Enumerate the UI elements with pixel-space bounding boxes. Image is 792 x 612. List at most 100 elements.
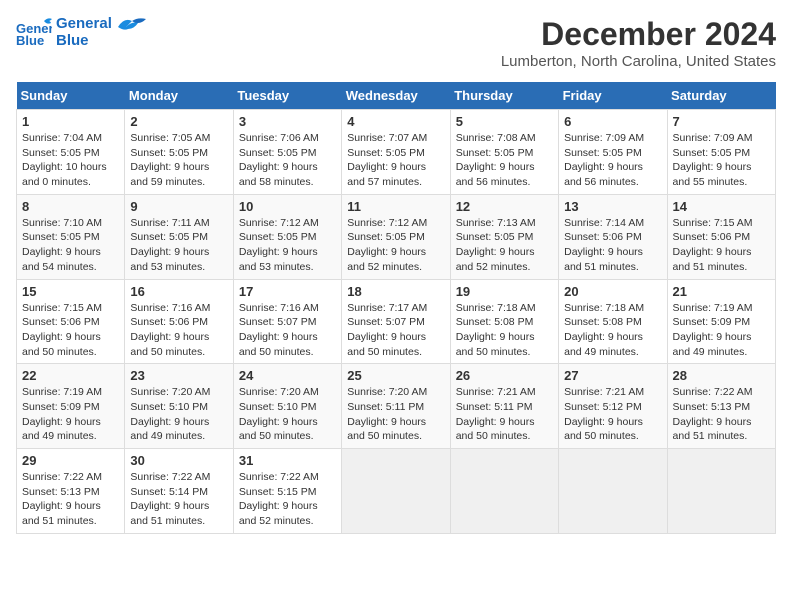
calendar-cell: 13Sunrise: 7:14 AMSunset: 5:06 PMDayligh… (559, 194, 667, 279)
location: Lumberton, North Carolina, United States (501, 53, 776, 70)
calendar-cell: 19 Sunrise: 7:18 AMSunset: 5:08 PMDayligh… (450, 279, 558, 364)
calendar-cell: 30 Sunrise: 7:22 AMSunset: 5:14 PMDayligh… (125, 449, 233, 534)
calendar-cell: 27Sunrise: 7:21 AMSunset: 5:12 PMDayligh… (559, 364, 667, 449)
calendar-cell: 28 Sunrise: 7:22 AMSunset: 5:13 PMDayligh… (667, 364, 775, 449)
col-friday: Friday (559, 82, 667, 110)
header-row: Sunday Monday Tuesday Wednesday Thursday… (17, 82, 776, 110)
calendar-cell: 6 Sunrise: 7:09 AMSunset: 5:05 PMDaylight… (559, 110, 667, 195)
calendar-cell: 25 Sunrise: 7:20 AMSunset: 5:11 PMDayligh… (342, 364, 450, 449)
day-number: 4 (347, 114, 444, 129)
calendar-cell: 20 Sunrise: 7:18 AMSunset: 5:08 PMDayligh… (559, 279, 667, 364)
day-info: Sunrise: 7:20 AMSunset: 5:10 PMDaylight:… (130, 385, 227, 444)
col-monday: Monday (125, 82, 233, 110)
day-info: Sunrise: 7:11 AMSunset: 5:05 PMDaylight:… (130, 216, 227, 275)
day-number: 1 (22, 114, 119, 129)
day-number: 9 (130, 199, 227, 214)
day-number: 17 (239, 284, 336, 299)
day-info: Sunrise: 7:09 AMSunset: 5:05 PMDaylight:… (673, 131, 770, 190)
day-info: Sunrise: 7:04 AMSunset: 5:05 PMDaylight:… (22, 131, 119, 190)
col-thursday: Thursday (450, 82, 558, 110)
col-wednesday: Wednesday (342, 82, 450, 110)
day-number: 29 (22, 453, 119, 468)
day-number: 15 (22, 284, 119, 299)
day-number: 31 (239, 453, 336, 468)
logo-icon: General Blue (16, 17, 52, 49)
day-number: 13 (564, 199, 661, 214)
calendar-cell: 31Sunrise: 7:22 AMSunset: 5:15 PMDayligh… (233, 449, 341, 534)
day-info: Sunrise: 7:08 AMSunset: 5:05 PMDaylight:… (456, 131, 553, 190)
day-info: Sunrise: 7:22 AMSunset: 5:13 PMDaylight:… (673, 385, 770, 444)
calendar-cell: 1 Sunrise: 7:04 AMSunset: 5:05 PMDaylight… (17, 110, 125, 195)
title-block: December 2024 Lumberton, North Carolina,… (501, 16, 776, 70)
calendar-cell: 17Sunrise: 7:16 AMSunset: 5:07 PMDayligh… (233, 279, 341, 364)
week-row-3: 15 Sunrise: 7:15 AMSunset: 5:06 PMDayligh… (17, 279, 776, 364)
day-number: 5 (456, 114, 553, 129)
calendar-cell (559, 449, 667, 534)
day-info: Sunrise: 7:18 AMSunset: 5:08 PMDaylight:… (564, 301, 661, 360)
calendar-cell: 8Sunrise: 7:10 AMSunset: 5:05 PMDaylight… (17, 194, 125, 279)
day-info: Sunrise: 7:05 AMSunset: 5:05 PMDaylight:… (130, 131, 227, 190)
week-row-2: 8Sunrise: 7:10 AMSunset: 5:05 PMDaylight… (17, 194, 776, 279)
day-info: Sunrise: 7:15 AMSunset: 5:06 PMDaylight:… (22, 301, 119, 360)
day-info: Sunrise: 7:15 AMSunset: 5:06 PMDaylight:… (673, 216, 770, 275)
day-info: Sunrise: 7:20 AMSunset: 5:11 PMDaylight:… (347, 385, 444, 444)
calendar-cell (667, 449, 775, 534)
col-sunday: Sunday (17, 82, 125, 110)
day-number: 22 (22, 368, 119, 383)
page-header: General Blue General Blue December 2024 … (16, 16, 776, 70)
calendar-cell: 3Sunrise: 7:06 AMSunset: 5:05 PMDaylight… (233, 110, 341, 195)
calendar-cell: 12 Sunrise: 7:13 AMSunset: 5:05 PMDayligh… (450, 194, 558, 279)
day-info: Sunrise: 7:17 AMSunset: 5:07 PMDaylight:… (347, 301, 444, 360)
calendar-cell: 5 Sunrise: 7:08 AMSunset: 5:05 PMDaylight… (450, 110, 558, 195)
calendar-cell: 21Sunrise: 7:19 AMSunset: 5:09 PMDayligh… (667, 279, 775, 364)
day-info: Sunrise: 7:22 AMSunset: 5:14 PMDaylight:… (130, 470, 227, 529)
day-number: 10 (239, 199, 336, 214)
svg-text:Blue: Blue (16, 33, 44, 48)
day-number: 2 (130, 114, 227, 129)
month-title: December 2024 (501, 16, 776, 53)
calendar-cell: 10Sunrise: 7:12 AMSunset: 5:05 PMDayligh… (233, 194, 341, 279)
calendar-cell (450, 449, 558, 534)
day-info: Sunrise: 7:22 AMSunset: 5:13 PMDaylight:… (22, 470, 119, 529)
day-info: Sunrise: 7:19 AMSunset: 5:09 PMDaylight:… (22, 385, 119, 444)
logo-general: General (56, 16, 112, 33)
calendar-table: Sunday Monday Tuesday Wednesday Thursday… (16, 82, 776, 534)
day-number: 20 (564, 284, 661, 299)
calendar-cell: 7Sunrise: 7:09 AMSunset: 5:05 PMDaylight… (667, 110, 775, 195)
day-info: Sunrise: 7:19 AMSunset: 5:09 PMDaylight:… (673, 301, 770, 360)
calendar-cell: 24Sunrise: 7:20 AMSunset: 5:10 PMDayligh… (233, 364, 341, 449)
calendar-cell: 26 Sunrise: 7:21 AMSunset: 5:11 PMDayligh… (450, 364, 558, 449)
day-number: 6 (564, 114, 661, 129)
day-info: Sunrise: 7:09 AMSunset: 5:05 PMDaylight:… (564, 131, 661, 190)
calendar-cell: 23 Sunrise: 7:20 AMSunset: 5:10 PMDayligh… (125, 364, 233, 449)
calendar-cell: 9 Sunrise: 7:11 AMSunset: 5:05 PMDaylight… (125, 194, 233, 279)
day-number: 30 (130, 453, 227, 468)
calendar-cell: 15 Sunrise: 7:15 AMSunset: 5:06 PMDayligh… (17, 279, 125, 364)
day-info: Sunrise: 7:13 AMSunset: 5:05 PMDaylight:… (456, 216, 553, 275)
day-number: 28 (673, 368, 770, 383)
day-number: 25 (347, 368, 444, 383)
day-number: 26 (456, 368, 553, 383)
bird-icon (118, 17, 146, 37)
day-number: 16 (130, 284, 227, 299)
day-number: 14 (673, 199, 770, 214)
calendar-cell: 16Sunrise: 7:16 AMSunset: 5:06 PMDayligh… (125, 279, 233, 364)
day-number: 19 (456, 284, 553, 299)
calendar-cell: 29 Sunrise: 7:22 AMSunset: 5:13 PMDayligh… (17, 449, 125, 534)
day-info: Sunrise: 7:20 AMSunset: 5:10 PMDaylight:… (239, 385, 336, 444)
day-info: Sunrise: 7:18 AMSunset: 5:08 PMDaylight:… (456, 301, 553, 360)
day-number: 12 (456, 199, 553, 214)
logo-blue: Blue (56, 33, 112, 50)
day-info: Sunrise: 7:10 AMSunset: 5:05 PMDaylight:… (22, 216, 119, 275)
week-row-4: 22 Sunrise: 7:19 AMSunset: 5:09 PMDayligh… (17, 364, 776, 449)
day-info: Sunrise: 7:06 AMSunset: 5:05 PMDaylight:… (239, 131, 336, 190)
calendar-cell: 11Sunrise: 7:12 AMSunset: 5:05 PMDayligh… (342, 194, 450, 279)
col-tuesday: Tuesday (233, 82, 341, 110)
week-row-1: 1 Sunrise: 7:04 AMSunset: 5:05 PMDaylight… (17, 110, 776, 195)
day-info: Sunrise: 7:21 AMSunset: 5:11 PMDaylight:… (456, 385, 553, 444)
day-info: Sunrise: 7:21 AMSunset: 5:12 PMDaylight:… (564, 385, 661, 444)
day-number: 18 (347, 284, 444, 299)
day-info: Sunrise: 7:12 AMSunset: 5:05 PMDaylight:… (347, 216, 444, 275)
day-number: 23 (130, 368, 227, 383)
calendar-cell: 22 Sunrise: 7:19 AMSunset: 5:09 PMDayligh… (17, 364, 125, 449)
